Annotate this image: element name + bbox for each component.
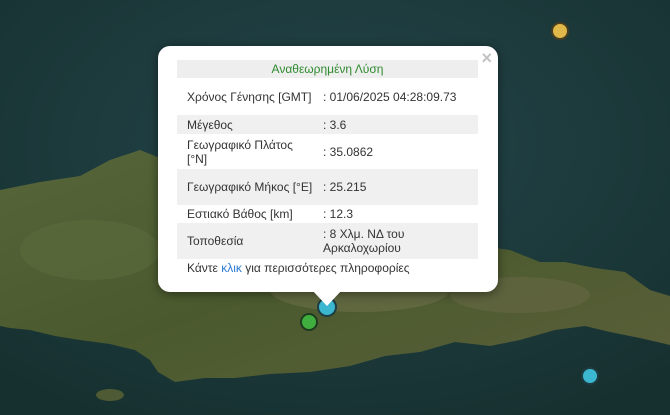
latitude-value: : 35.0862 [323, 144, 374, 159]
info-table: Αναθεωρημένη Λύση Χρόνος Γένησης [GMT] :… [177, 60, 478, 259]
longitude-label: Γεωγραφικό Μήκος [°E] [177, 169, 313, 205]
popup-content: Αναθεωρημένη Λύση Χρόνος Γένησης [GMT] :… [177, 60, 478, 259]
location-value: : 8 Χλμ. ΝΔ του Αρκαλοχωρίου [313, 223, 478, 259]
location-label: Τοποθεσία [177, 223, 313, 259]
table-row: Τοποθεσία : 8 Χλμ. ΝΔ του Αρκαλοχωρίου [177, 223, 478, 259]
table-row: Μέγεθος : 3.6 [177, 115, 478, 134]
table-row: Γεωγραφικό Μήκος [°E] : 25.215 [177, 169, 478, 205]
more-info-suffix: για περισσότερες πληροφορίες [241, 261, 410, 275]
earthquake-marker-yellow[interactable] [551, 22, 569, 40]
islet [96, 389, 124, 401]
popup-pointer [312, 290, 342, 306]
table-row: Εστιακό Βάθος [km] : 12.3 [177, 205, 478, 223]
depth-value: : 12.3 [323, 207, 354, 221]
earthquake-info-popup: × Αναθεωρημένη Λύση Χρόνος Γένησης [GMT]… [158, 46, 498, 292]
origin-time-label: Χρόνος Γένησης [GMT] [187, 89, 312, 104]
depth-label: Εστιακό Βάθος [km] [187, 207, 293, 221]
table-row: Χρόνος Γένησης [GMT] : 01/06/2025 04:28:… [177, 78, 478, 115]
solution-title: Αναθεωρημένη Λύση [177, 60, 478, 78]
magnitude-label: Μέγεθος [177, 115, 313, 134]
more-info-link[interactable]: κλικ [221, 261, 242, 275]
more-info-text: Κάντε κλικ για περισσότερες πληροφορίες [187, 261, 410, 275]
close-icon[interactable]: × [481, 48, 492, 68]
earthquake-marker-green[interactable] [300, 313, 318, 331]
table-row: Αναθεωρημένη Λύση [177, 60, 478, 78]
origin-time-value: : 01/06/2025 04:28:09.73 [323, 89, 457, 104]
magnitude-value: : 3.6 [313, 115, 478, 134]
earthquake-marker-cyan[interactable] [581, 367, 599, 385]
more-info-prefix: Κάντε [187, 261, 222, 275]
table-row: Γεωγραφικό Πλάτος [°N] : 35.0862 [177, 134, 478, 169]
longitude-value: : 25.215 [313, 169, 478, 205]
latitude-label: Γεωγραφικό Πλάτος [°N] [187, 137, 293, 166]
terrain-west [20, 220, 160, 280]
